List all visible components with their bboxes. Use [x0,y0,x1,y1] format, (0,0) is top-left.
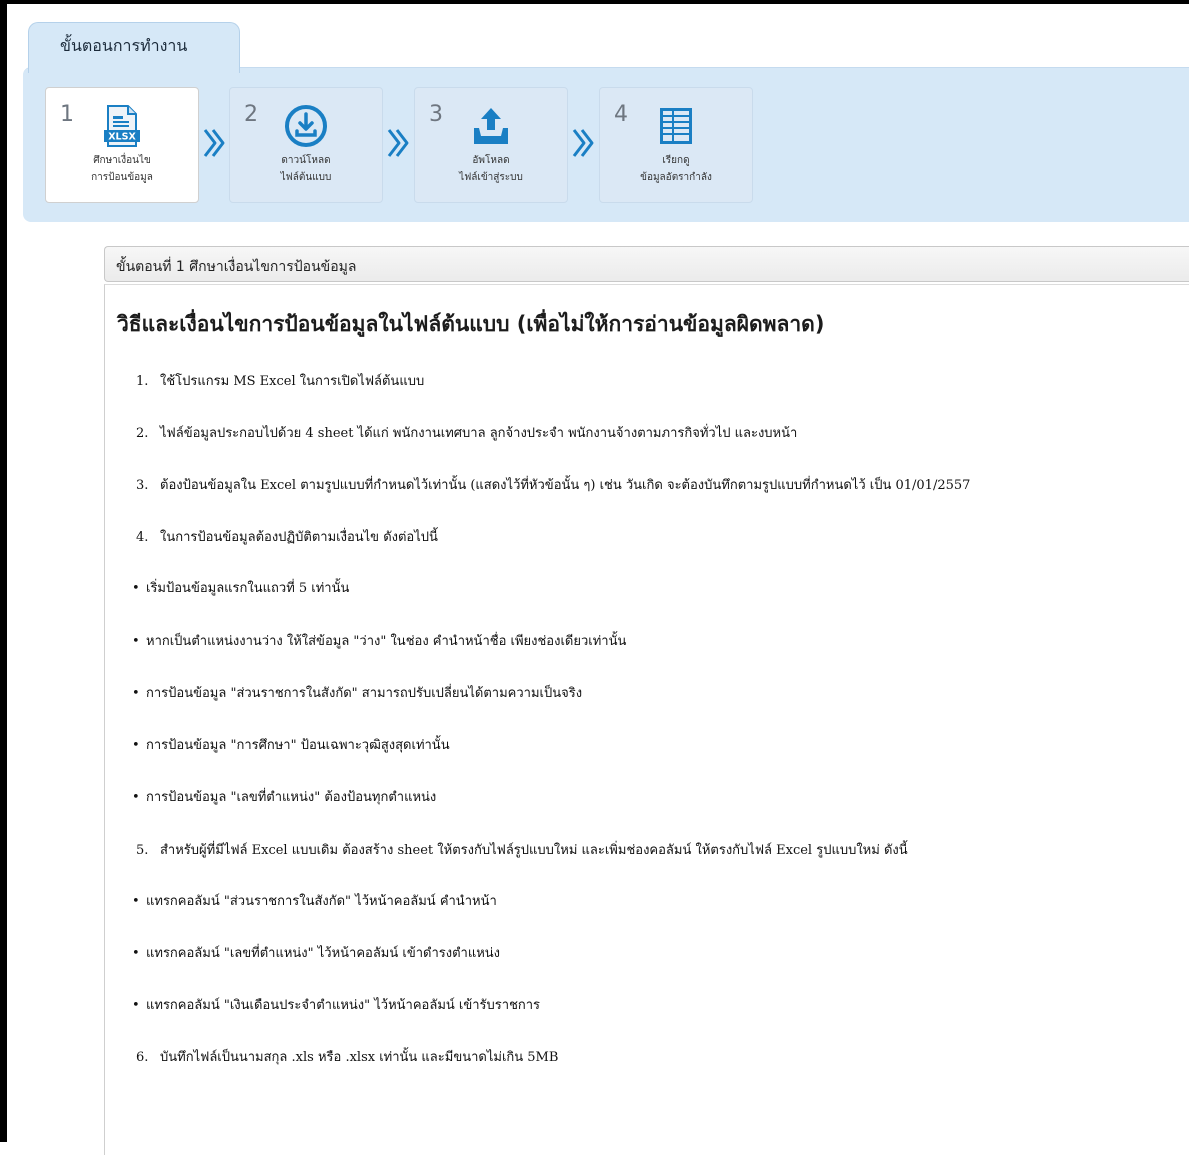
step-2-download-template[interactable]: 2 ดาวน์โหลด ไฟล์ต้นแบบ [229,87,383,203]
item-text: การป้อนข้อมูล "การศึกษา" ป้อนเฉพาะวุฒิสู… [146,738,450,753]
list-item: 5. สำหรับผู้ที่มีไฟล์ Excel แบบเดิม ต้องส… [136,839,908,860]
section-header-title: ขั้นตอนที่ 1 ศึกษาเงื่อนไขการป้อนข้อมูล [116,259,357,275]
item-marker: • [132,790,140,805]
item-marker: 3. [136,478,149,493]
item-marker: 2. [136,426,149,441]
item-marker: 5. [136,843,149,858]
item-marker: • [132,686,140,701]
item-text: แทรกคอลัมน์ "เลขที่ตำแหน่ง" ไว้หน้าคอลัม… [146,946,501,961]
step-number: 1 [60,102,74,127]
list-item: • เริ่มป้อนข้อมูลแรกในแถวที่ 5 เท่านั้น [132,577,349,598]
window-frame-top [0,0,1189,4]
list-item: 1. ใช้โปรแกรม MS Excel ในการเปิดไฟล์ต้นแบ… [136,370,424,391]
item-marker: 6. [136,1050,149,1065]
list-item: • แทรกคอลัมน์ "เงินเดือนประจำตำแหน่ง" ไว้… [132,994,540,1015]
step-label-line2: ข้อมูลอัตรากำลัง [640,172,712,183]
item-text: เริ่มป้อนข้อมูลแรกในแถวที่ 5 เท่านั้น [146,581,350,596]
item-marker: 1. [136,374,149,389]
list-item: • การป้อนข้อมูล "ส่วนราชการในสังกัด" สามา… [132,682,582,703]
step-label-line2: การป้อนข้อมูล [91,172,153,183]
download-icon [285,105,327,147]
item-text: การป้อนข้อมูล "เลขที่ตำแหน่ง" ต้องป้อนทุ… [146,790,437,805]
list-item: 2. ไฟล์ข้อมูลประกอบไปด้วย 4 sheet ได้แก่ … [136,422,797,443]
step-1-study-conditions[interactable]: 1 XLSX ศึกษาเงื่อนไข การป้อนข้อมูล [45,87,199,203]
step-label-line2: ไฟล์ต้นแบบ [280,172,332,183]
list-item: • การป้อนข้อมูล "การศึกษา" ป้อนเฉพาะวุฒิส… [132,734,450,755]
list-item: 3. ต้องป้อนข้อมูลใน Excel ตามรูปแบบที่กำห… [136,474,970,495]
list-item: 4. ในการป้อนข้อมูลต้องปฏิบัติตามเงื่อนไข … [136,526,438,547]
step-label-line2: ไฟล์เข้าสู่ระบบ [459,172,523,183]
item-text: แทรกคอลัมน์ "เงินเดือนประจำตำแหน่ง" ไว้ห… [146,998,541,1013]
step-4-view-data[interactable]: 4 เรียกดู ข้อมูลอัตรากำลัง [599,87,753,203]
item-marker: • [132,581,140,596]
list-item: 6. บันทึกไฟล์เป็นนามสกุล .xls หรือ .xlsx … [136,1046,558,1067]
item-text: แทรกคอลัมน์ "ส่วนราชการในสังกัด" ไว้หน้า… [146,894,497,909]
step-3-upload-file[interactable]: 3 อัพโหลด ไฟล์เข้าสู่ระบบ [414,87,568,203]
page-title: วิธีและเงื่อนไขการป้อนข้อมูลในไฟล์ต้นแบบ… [117,312,825,336]
item-marker: • [132,634,140,649]
item-text: สำหรับผู้ที่มีไฟล์ Excel แบบเดิม ต้องสร้… [160,843,908,858]
list-item: • หากเป็นตำแหน่งงานว่าง ให้ใส่ข้อมูล "ว่า… [132,630,626,651]
item-text: หากเป็นตำแหน่งงานว่าง ให้ใส่ข้อมูล "ว่าง… [146,634,627,649]
step-label-line1: อัพโหลด [472,155,510,166]
upload-tray-icon [474,108,508,144]
list-item: • แทรกคอลัมน์ "เลขที่ตำแหน่ง" ไว้หน้าคอลั… [132,942,500,963]
list-item: • แทรกคอลัมน์ "ส่วนราชการในสังกัด" ไว้หน้… [132,890,497,911]
item-marker: 4. [136,530,149,545]
step-label-line1: เรียกดู [662,155,690,166]
step-number: 2 [244,102,258,127]
list-item: • การป้อนข้อมูล "เลขที่ตำแหน่ง" ต้องป้อนท… [132,786,436,807]
item-text: บันทึกไฟล์เป็นนามสกุล .xls หรือ .xlsx เท… [160,1050,559,1065]
item-marker: • [132,738,140,753]
section-content-panel [104,284,1189,1155]
item-marker: • [132,894,140,909]
chevron-right-icon [572,129,594,157]
step-label-line1: ศึกษาเงื่อนไข [93,155,151,166]
item-text: ต้องป้อนข้อมูลใน Excel ตามรูปแบบที่กำหนด… [160,478,971,493]
window-frame-left [0,0,7,1142]
step-label-line1: ดาวน์โหลด [281,155,331,166]
item-text: ไฟล์ข้อมูลประกอบไปด้วย 4 sheet ได้แก่ พน… [160,426,798,441]
workflow-tab-label: ขั้นตอนการทำงาน [60,36,188,55]
step-number: 3 [429,102,443,127]
item-marker: • [132,946,140,961]
item-text: การป้อนข้อมูล "ส่วนราชการในสังกัด" สามาร… [146,686,583,701]
item-text: ในการป้อนข้อมูลต้องปฏิบัติตามเงื่อนไข ดั… [160,530,438,545]
item-text: ใช้โปรแกรม MS Excel ในการเปิดไฟล์ต้นแบบ [160,374,425,389]
chevron-right-icon [203,129,225,157]
item-marker: • [132,998,140,1013]
step-number: 4 [614,102,628,127]
svg-text:XLSX: XLSX [108,132,136,143]
xlsx-file-icon: XLSX [104,105,140,147]
chevron-right-icon [387,129,409,157]
table-grid-icon [660,108,692,144]
